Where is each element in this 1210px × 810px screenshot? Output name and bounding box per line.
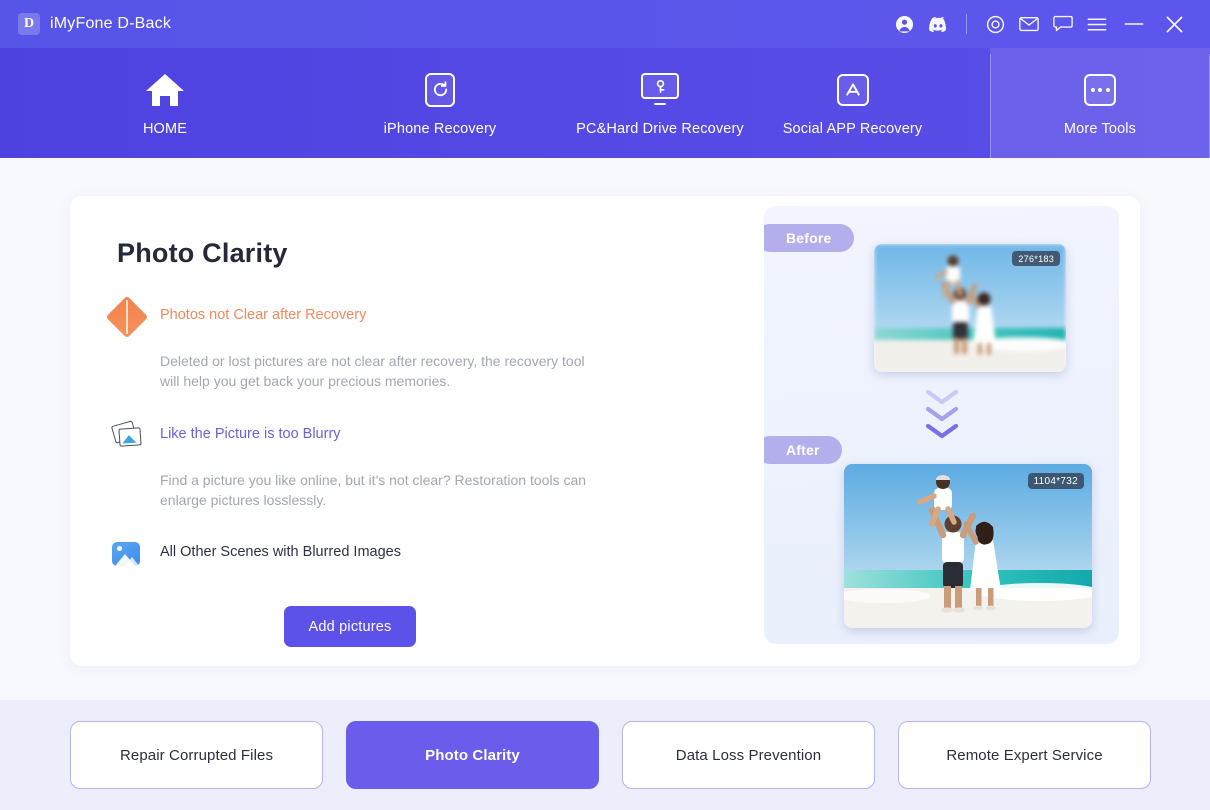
before-dimensions-badge: 276*183 (1012, 251, 1060, 266)
tab-photo-clarity[interactable]: Photo Clarity (346, 721, 599, 789)
monitor-key-icon (641, 70, 679, 110)
title-bar: D iMyFone D-Back (0, 0, 1210, 48)
target-icon[interactable] (978, 7, 1012, 41)
title-bar-brand: D iMyFone D-Back (0, 13, 171, 35)
application-window: D iMyFone D-Back HOME iPhone Recovery PC… (0, 0, 1210, 810)
feature-title: Like the Picture is too Blurry (160, 426, 341, 442)
discord-icon[interactable] (921, 7, 955, 41)
chevron-down-icon (925, 406, 958, 422)
home-icon (144, 70, 186, 110)
nav-label-social-app-recovery: Social APP Recovery (782, 120, 923, 137)
feature-item-other-blurred-scenes: All Other Scenes with Blurred Images (112, 538, 401, 572)
after-image: 1104*732 (844, 464, 1092, 628)
tool-tabs: Repair Corrupted Files Photo Clarity Dat… (70, 721, 1151, 789)
phone-refresh-icon (425, 70, 455, 110)
feature-title: All Other Scenes with Blurred Images (160, 544, 401, 560)
after-label: After (764, 436, 842, 464)
account-icon[interactable] (887, 7, 921, 41)
feature-item-photos-not-clear: Photos not Clear after Recovery (105, 295, 367, 339)
orange-diamond-icon (105, 295, 149, 339)
add-pictures-button[interactable]: Add pictures (284, 606, 416, 647)
nav-item-iphone-recovery[interactable]: iPhone Recovery (330, 48, 550, 158)
bottom-tab-bar: Repair Corrupted Files Photo Clarity Dat… (0, 700, 1210, 810)
app-title: iMyFone D-Back (50, 15, 172, 32)
before-after-preview: Before 276*183 After 1104*732 (764, 206, 1119, 644)
ellipsis-icon (1084, 70, 1116, 110)
close-button[interactable] (1154, 7, 1194, 41)
nav-item-social-app-recovery[interactable]: Social APP Recovery (770, 48, 935, 158)
toolbar-divider (966, 14, 967, 34)
content-card: Photo Clarity Photos not Clear after Rec… (70, 196, 1140, 666)
after-dimensions-badge: 1104*732 (1027, 473, 1084, 489)
nav-label-pc-hard-drive-recovery: PC&Hard Drive Recovery (576, 120, 744, 137)
nav-item-home[interactable]: HOME (0, 48, 330, 158)
feature-title: Photos not Clear after Recovery (160, 307, 367, 323)
chevron-down-icon (925, 389, 958, 405)
mail-icon[interactable] (1012, 7, 1046, 41)
nav-item-more-tools[interactable]: More Tools (990, 48, 1210, 158)
before-label: Before (764, 224, 854, 252)
menu-icon[interactable] (1080, 7, 1114, 41)
minimize-button[interactable] (1114, 7, 1154, 41)
nav-label-home: HOME (142, 120, 188, 137)
feature-description: Deleted or lost pictures are not clear a… (160, 353, 585, 389)
app-logo: D (18, 13, 40, 35)
before-image: 276*183 (874, 244, 1066, 372)
nav-item-pc-hard-drive-recovery[interactable]: PC&Hard Drive Recovery (550, 48, 770, 158)
tab-remote-expert-service[interactable]: Remote Expert Service (898, 721, 1151, 789)
nav-label-iphone-recovery: iPhone Recovery (383, 120, 497, 137)
feature-description: Find a picture you like online, but it's… (160, 472, 587, 508)
main-navigation: HOME iPhone Recovery PC&Hard Drive Recov… (0, 48, 1210, 158)
blue-image-icon (112, 538, 146, 572)
nav-label-more-tools: More Tools (1063, 120, 1137, 137)
tab-data-loss-prevention[interactable]: Data Loss Prevention (622, 721, 875, 789)
app-store-icon (836, 70, 869, 110)
feature-item-picture-too-blurry: Like the Picture is too Blurry (110, 419, 341, 453)
chat-icon[interactable] (1046, 7, 1080, 41)
tab-repair-corrupted-files[interactable]: Repair Corrupted Files (70, 721, 323, 789)
photo-stack-icon (110, 419, 146, 453)
page-title: Photo Clarity (117, 238, 288, 268)
chevron-down-icon (925, 423, 958, 439)
title-bar-controls (887, 7, 1210, 41)
